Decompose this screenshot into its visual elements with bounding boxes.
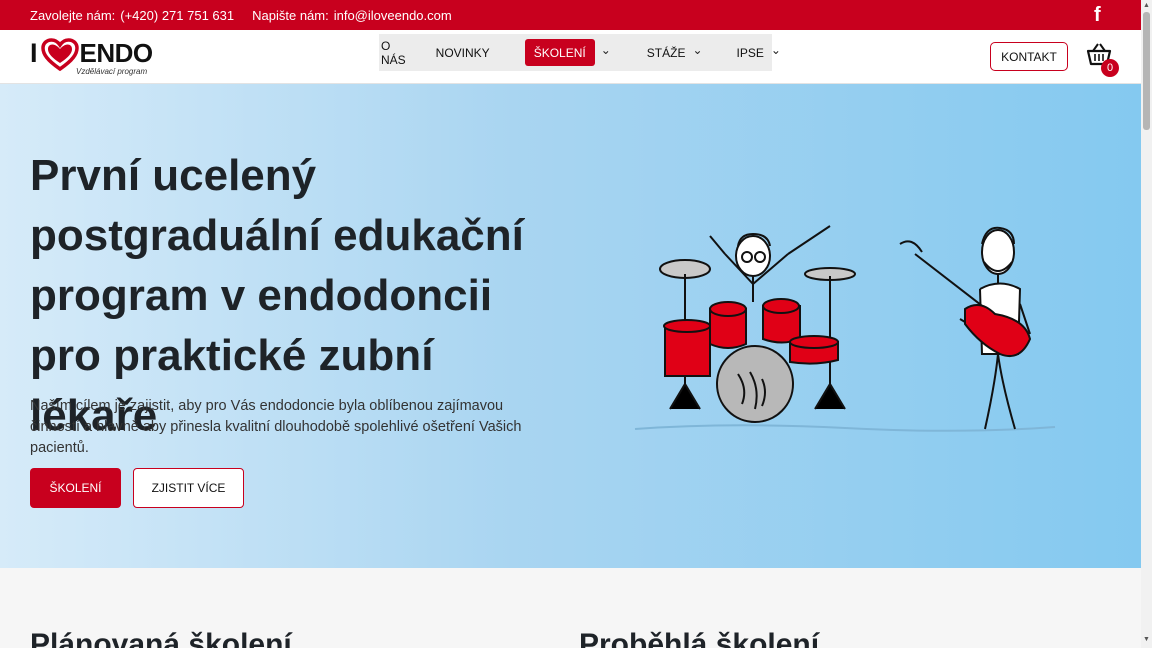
band-illustration bbox=[634, 225, 1056, 432]
logo[interactable]: I ENDO Vzdělávací program bbox=[30, 38, 154, 76]
kontakt-button[interactable]: KONTAKT bbox=[990, 42, 1068, 71]
email-contact: Napište nám: info@iloveendo.com bbox=[252, 8, 452, 23]
past-trainings-heading: Proběhlá školení bbox=[579, 628, 820, 648]
nav-item-label: ŠKOLENÍ bbox=[533, 45, 586, 60]
logo-i: I bbox=[30, 38, 38, 68]
zjistit-vice-button[interactable]: ZJISTIT VÍCE bbox=[133, 468, 244, 508]
chevron-down-icon: ⌄ bbox=[692, 42, 703, 57]
page: Zavolejte nám: (+420) 271 751 631 Napišt… bbox=[0, 0, 1141, 648]
email-label: Napište nám: bbox=[252, 7, 329, 23]
chevron-down-icon[interactable]: ⌄ bbox=[601, 43, 611, 57]
skoleni-button[interactable]: ŠKOLENÍ bbox=[30, 468, 121, 508]
planned-trainings-heading: Plánovaná školení bbox=[30, 628, 292, 648]
nav-item-novinky[interactable]: NOVINKY bbox=[418, 40, 508, 66]
top-contact-bar: Zavolejte nám: (+420) 271 751 631 Napišt… bbox=[0, 0, 1141, 30]
phone-label: Zavolejte nám: bbox=[30, 7, 116, 23]
nav-item-label: O NÁS bbox=[381, 38, 406, 67]
nav-item-label: NOVINKY bbox=[435, 45, 490, 60]
facebook-icon[interactable]: f bbox=[1094, 5, 1110, 25]
hero-section: První ucelený postgraduální edukační pro… bbox=[0, 84, 1141, 568]
nav-item-staze[interactable]: STÁŽE ⌄ bbox=[639, 40, 711, 66]
cart-count-badge: 0 bbox=[1101, 59, 1119, 77]
heart-logo-icon bbox=[40, 38, 79, 72]
scroll-down-icon[interactable]: ▼ bbox=[1143, 636, 1150, 643]
chevron-down-icon: ⌄ bbox=[770, 42, 781, 57]
header: I ENDO Vzdělávací program O NÁS NOVINKY … bbox=[0, 30, 1141, 84]
logo-endo: ENDO bbox=[79, 38, 154, 68]
trainings-section: Plánovaná školení Proběhlá školení bbox=[0, 568, 1141, 648]
logo-subtitle: Vzdělávací program bbox=[76, 67, 148, 76]
nav-item-ipse[interactable]: IPSE ⌄ bbox=[729, 40, 789, 66]
page-scrollbar[interactable]: ▲ ▼ bbox=[1141, 0, 1152, 648]
nav-item-o-nas[interactable]: O NÁS bbox=[379, 38, 414, 67]
main-nav: O NÁS NOVINKY ŠKOLENÍ ⌄ STÁŽE ⌄ IPSE ⌄ bbox=[379, 34, 781, 71]
hero-description: Naším cílem je zajistit, aby pro Vás end… bbox=[30, 398, 522, 456]
scroll-up-icon[interactable]: ▲ bbox=[1143, 2, 1150, 9]
phone-link[interactable]: (+420) 271 751 631 bbox=[120, 8, 234, 23]
scrollbar-thumb[interactable] bbox=[1143, 12, 1150, 130]
nav-item-label: IPSE bbox=[736, 45, 764, 60]
nav-item-skoleni[interactable]: ŠKOLENÍ bbox=[524, 39, 595, 66]
email-link[interactable]: info@iloveendo.com bbox=[334, 8, 452, 23]
phone-contact: Zavolejte nám: (+420) 271 751 631 bbox=[30, 8, 234, 23]
cart-button[interactable]: 0 bbox=[1086, 42, 1119, 77]
nav-item-label: STÁŽE bbox=[646, 45, 686, 60]
